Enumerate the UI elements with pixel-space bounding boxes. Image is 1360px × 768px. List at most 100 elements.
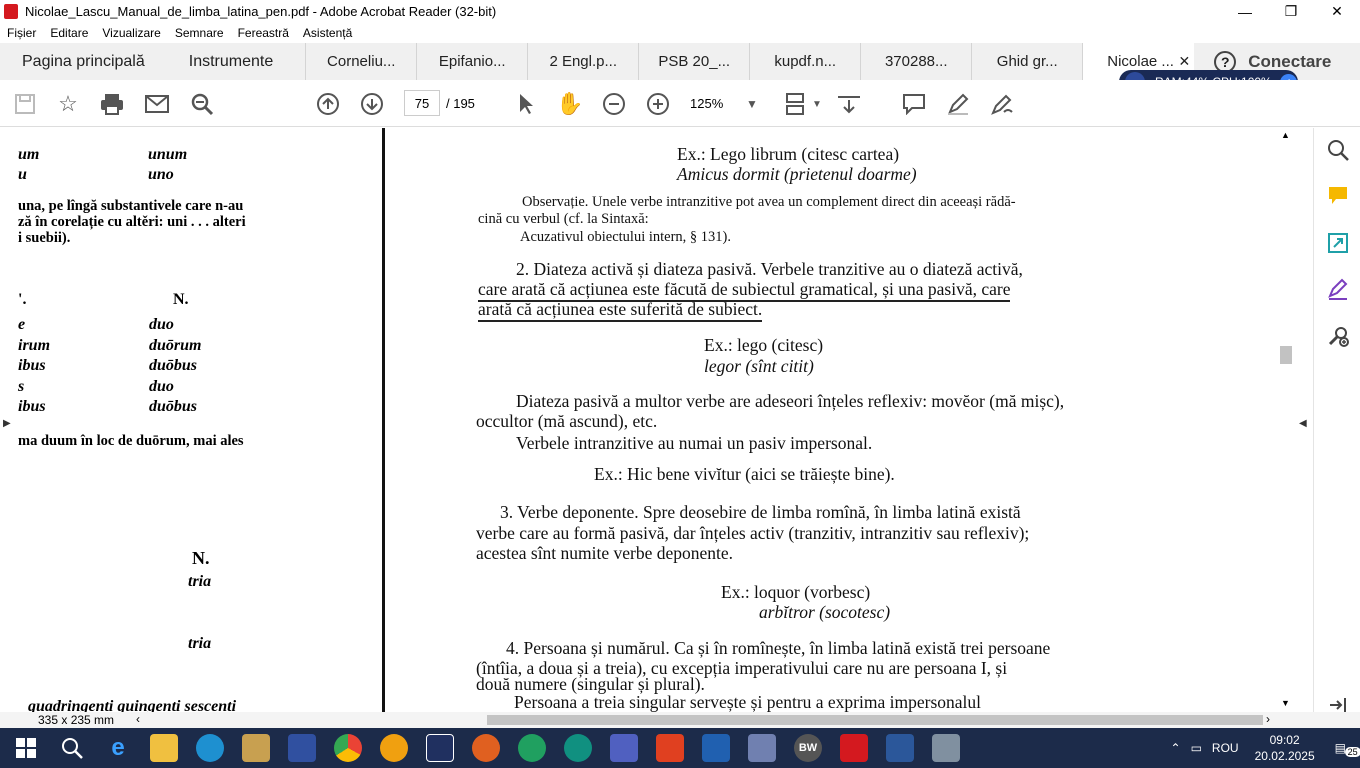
word-icon[interactable]: [886, 734, 914, 762]
bw-app-icon[interactable]: BW: [794, 734, 822, 762]
tab-tools[interactable]: Instrumente: [167, 43, 305, 80]
page-total: / 195: [446, 96, 475, 111]
text: acestea sînt numite verbe deponente.: [476, 543, 734, 563]
file-explorer-icon[interactable]: [150, 734, 178, 762]
app-blue-icon[interactable]: [702, 734, 730, 762]
acrobat-icon: [4, 4, 18, 19]
menu-window[interactable]: Fereastră: [238, 26, 289, 40]
network-icon[interactable]: ▭: [1191, 741, 1202, 755]
zoom-dropdown-chevron-icon[interactable]: ▼: [739, 91, 765, 117]
scroll-mode-icon[interactable]: [836, 91, 862, 117]
left-panel-toggle-icon[interactable]: ▶: [3, 418, 11, 429]
zoom-level[interactable]: 125%: [690, 96, 723, 111]
doc-tab[interactable]: Corneliu...: [305, 43, 416, 80]
text: una, pe lîngă substantivele care n-au: [18, 198, 244, 214]
close-tab-icon[interactable]: ✕: [1179, 53, 1191, 70]
chrome-icon[interactable]: [334, 734, 362, 762]
clock[interactable]: 09:02 20.02.2025: [1255, 732, 1315, 764]
comment-panel-icon[interactable]: [1326, 184, 1350, 208]
internet-explorer-icon[interactable]: e: [104, 734, 132, 762]
text: duōbus: [149, 398, 198, 415]
app-teal-icon[interactable]: [564, 734, 592, 762]
scroll-right-icon[interactable]: ›: [1266, 712, 1270, 726]
text: occultor (mă ascund), etc.: [476, 411, 658, 431]
tab-home[interactable]: Pagina principală: [0, 43, 167, 80]
scroll-down-icon[interactable]: ▼: [1281, 698, 1290, 708]
text: ză în corelație cu altěri: uni . . . alt…: [18, 214, 246, 230]
minimize-button[interactable]: —: [1222, 0, 1268, 23]
star-icon[interactable]: ☆: [55, 91, 81, 117]
text: Acuzativul obiectului intern, § 131).: [520, 229, 732, 245]
globe-app-icon[interactable]: [518, 734, 546, 762]
save-icon[interactable]: [12, 91, 38, 117]
firefox-icon[interactable]: [472, 734, 500, 762]
close-button[interactable]: ✕: [1314, 0, 1360, 23]
menu-file[interactable]: Fișier: [7, 26, 36, 40]
page-down-icon[interactable]: [359, 91, 385, 117]
scroll-up-icon[interactable]: ▲: [1281, 130, 1290, 140]
media-player-icon[interactable]: [242, 734, 270, 762]
text: Ex.: loquor (vorbesc): [721, 582, 871, 602]
edge-icon[interactable]: [196, 734, 224, 762]
select-cursor-icon[interactable]: [513, 91, 539, 117]
app-screen-icon[interactable]: [932, 734, 960, 762]
mail-icon[interactable]: [144, 91, 170, 117]
app-orange-icon[interactable]: [380, 734, 408, 762]
page-up-icon[interactable]: [315, 91, 341, 117]
floppy-app-icon[interactable]: [288, 734, 316, 762]
acrobat-taskbar-icon[interactable]: [840, 734, 868, 762]
windows-start-icon[interactable]: [12, 734, 40, 762]
comment-icon[interactable]: [901, 91, 927, 117]
doc-tab[interactable]: kupdf.n...: [749, 43, 860, 80]
doc-tab[interactable]: PSB 20_...: [638, 43, 749, 80]
notification-center[interactable]: ▤ 25: [1335, 741, 1360, 757]
text: s: [18, 378, 25, 395]
brave-icon[interactable]: [656, 734, 684, 762]
clock-time: 09:02: [1269, 733, 1300, 747]
zoom-out-icon[interactable]: [601, 91, 627, 117]
vertical-scrollbar[interactable]: ▲ ▼: [1279, 128, 1293, 712]
horizontal-scroll-thumb[interactable]: [487, 715, 1263, 725]
export-pdf-icon[interactable]: [1326, 231, 1350, 255]
document-view[interactable]: um unum u uno una, pe lîngă substantivel…: [0, 128, 1313, 712]
menu-edit[interactable]: Editare: [50, 26, 88, 40]
scroll-thumb[interactable]: [1280, 346, 1292, 364]
right-panel-toggle-icon[interactable]: ◀: [1299, 418, 1307, 429]
menu-sign[interactable]: Semnare: [175, 26, 224, 40]
highlight-pen-icon[interactable]: [945, 91, 971, 117]
menu-help[interactable]: Asistență: [303, 26, 352, 40]
text: duōrum: [149, 337, 202, 354]
print-icon[interactable]: [99, 91, 125, 117]
scroll-left-icon[interactable]: ‹: [136, 712, 140, 726]
sign-pen-icon[interactable]: [989, 91, 1015, 117]
zoom-in-icon[interactable]: [645, 91, 671, 117]
doc-tab-label: Nicolae ...: [1107, 53, 1174, 70]
search-icon[interactable]: [58, 734, 86, 762]
hand-tool-icon[interactable]: ✋: [556, 91, 583, 117]
doc-tab[interactable]: Epifanio...: [416, 43, 527, 80]
zoom-panel-icon[interactable]: [1326, 138, 1350, 162]
text: irum: [18, 337, 51, 354]
search-zoom-icon[interactable]: [189, 91, 215, 117]
tray-chevron-icon[interactable]: ⌃: [1171, 741, 1181, 755]
fill-sign-icon[interactable]: [1326, 277, 1350, 301]
doc-tab[interactable]: 370288...: [860, 43, 971, 80]
text: ibus: [18, 357, 46, 374]
doc-tab[interactable]: 2 Engl.p...: [527, 43, 638, 80]
text: ibus: [18, 398, 46, 415]
text: arbĭtror (socotesc): [759, 602, 891, 622]
doc-tab[interactable]: Ghid gr...: [971, 43, 1082, 80]
language-indicator[interactable]: ROU: [1212, 741, 1239, 755]
notification-count: 25: [1344, 747, 1360, 757]
page-number-input[interactable]: 75: [404, 90, 440, 116]
menu-view[interactable]: Vizualizare: [102, 26, 160, 40]
toolbar: ☆ ✋ ▼ ▼: [0, 80, 1360, 127]
page-fit-chevron-icon[interactable]: ▼: [804, 91, 830, 117]
text: Persoana a treia singular servește și pe…: [514, 692, 981, 712]
maximize-button[interactable]: ❐: [1268, 0, 1314, 23]
app-cube-icon[interactable]: [748, 734, 776, 762]
text: unum: [148, 146, 188, 163]
app-book-icon[interactable]: [426, 734, 454, 762]
more-tools-icon[interactable]: [1326, 324, 1350, 348]
floppy-app-2-icon[interactable]: [610, 734, 638, 762]
